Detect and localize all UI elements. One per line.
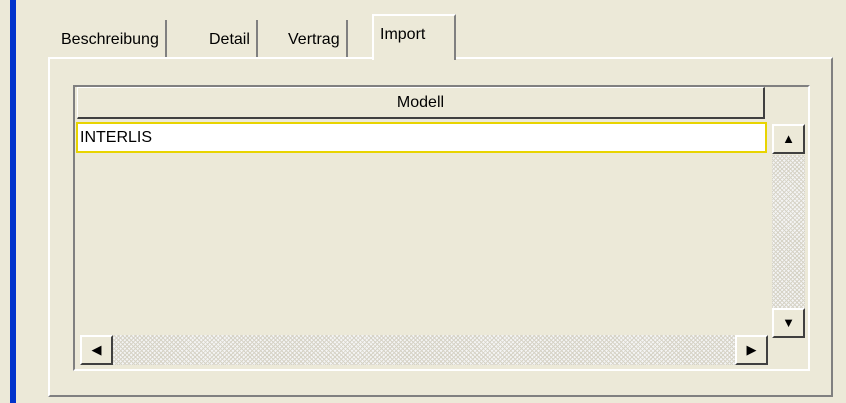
accent-bar [10,0,16,403]
tab-import[interactable]: Import [372,14,456,60]
header-corner [767,87,808,119]
table-row[interactable]: INTERLIS [76,122,767,153]
scroll-right-button[interactable]: ▶ [735,335,768,365]
triangle-up-icon: ▲ [782,131,795,146]
triangle-down-icon: ▼ [782,315,795,330]
scroll-down-button[interactable]: ▼ [772,308,805,338]
vertical-scroll-track[interactable] [772,155,805,308]
column-header-modell[interactable]: Modell [77,87,765,119]
horizontal-scrollbar[interactable]: ◀ ▶ [80,335,770,365]
tab-beschreibung[interactable]: Beschreibung [55,20,167,58]
tab-vertrag[interactable]: Vertrag [282,20,348,58]
scroll-left-button[interactable]: ◀ [80,335,113,365]
triangle-left-icon: ◀ [91,342,102,357]
table-cell-modell[interactable]: INTERLIS [80,129,152,146]
vertical-scrollbar[interactable]: ▲ ▼ [767,122,808,340]
horizontal-scroll-track[interactable] [113,335,735,365]
triangle-right-icon: ▶ [746,342,757,357]
scroll-up-button[interactable]: ▲ [772,124,805,154]
tab-detail[interactable]: Detail [203,20,258,58]
